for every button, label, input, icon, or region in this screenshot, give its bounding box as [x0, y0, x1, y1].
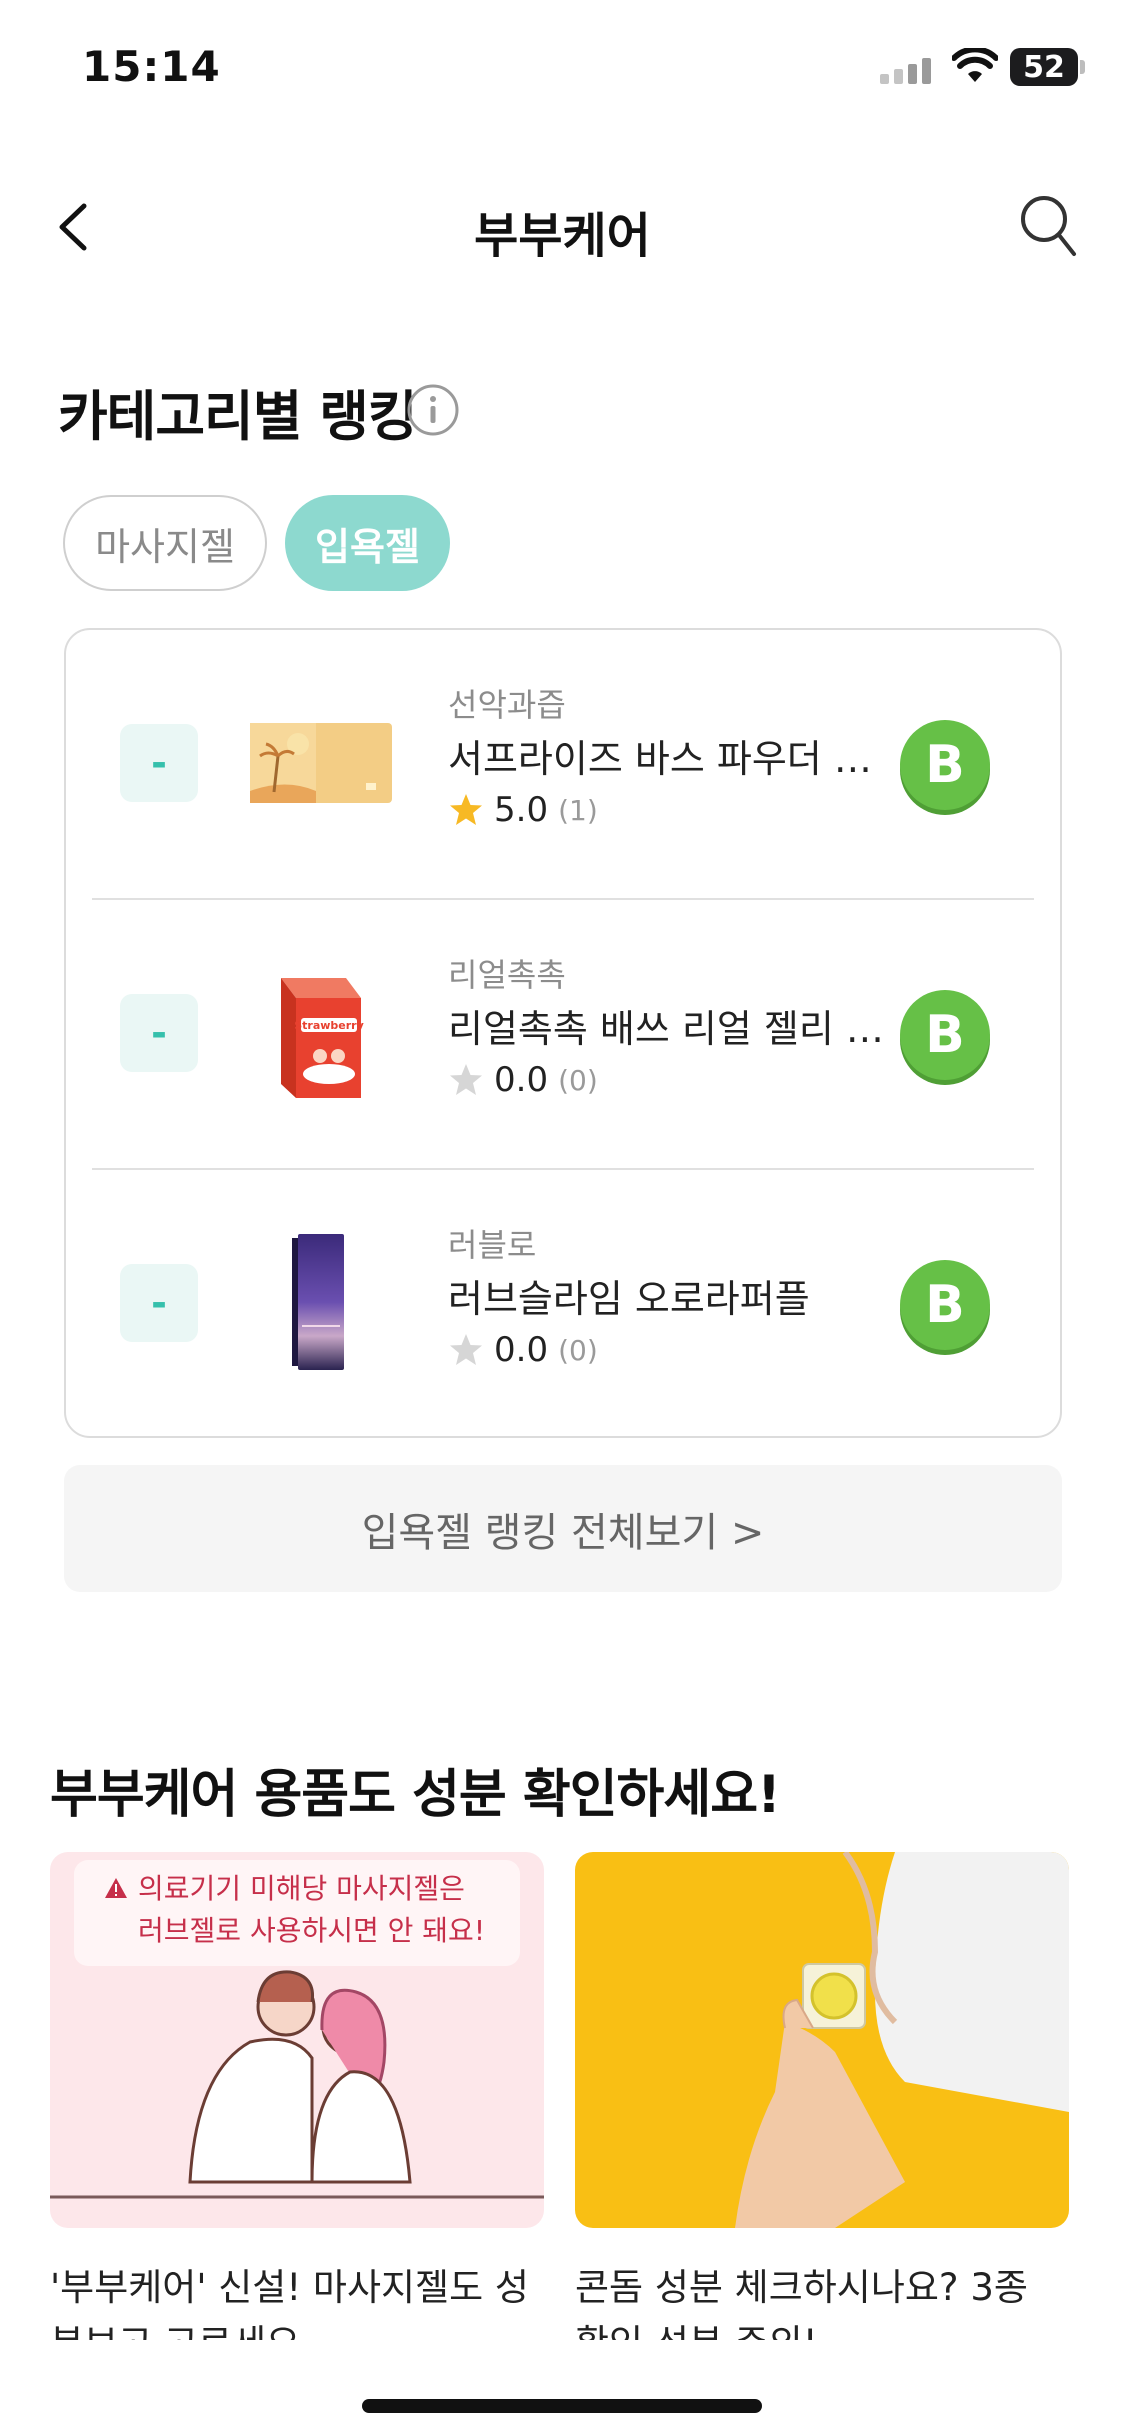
ranking-row-2[interactable]: - Strawberry 리얼촉촉 리얼촉촉 배쓰 리얼 젤리 스… 0.0 (…: [66, 900, 1060, 1170]
rating-score: 5.0: [494, 790, 549, 830]
product-name: 러브슬라임 오로라퍼플: [448, 1277, 810, 1321]
review-count: (0): [558, 1333, 598, 1367]
review-count: (1): [558, 793, 598, 827]
cellular-signal-icon: [880, 58, 931, 84]
article-1-caption[interactable]: '부부케어' 신설! 마사지젤도 성분보고 고르세요: [50, 2260, 544, 2340]
product-brand: 리얼촉촉: [448, 956, 566, 994]
grade-badge: B: [900, 990, 990, 1080]
grade-badge: B: [900, 720, 990, 810]
grade-badge: B: [900, 1260, 990, 1350]
article-1-warning-line1: 의료기기 미해당 마사지젤은: [138, 1872, 465, 1905]
product-thumbnail-jelly-milk-carton: Strawberry: [281, 978, 364, 1098]
page-title: 부부케어: [474, 208, 651, 264]
chip-bath-gel[interactable]: 입욕젤: [285, 495, 450, 591]
star-icon: [450, 794, 482, 825]
person-holding-condom-illustration: [735, 1852, 1069, 2228]
svg-text:Strawberry: Strawberry: [294, 1019, 364, 1032]
product-brand: 러블로: [448, 1226, 537, 1264]
rating-row: 0.0 (0): [448, 1330, 598, 1370]
rating-score: 0.0: [494, 1060, 549, 1100]
product-brand: 선악과즙: [448, 686, 566, 724]
ranking-row-1[interactable]: - 선악과즙 서프라이즈 바스 파우더 다… 5.0 (1) B: [66, 630, 1060, 900]
battery-indicator: 52: [1010, 48, 1078, 86]
rating-row: 0.0 (0): [448, 1060, 598, 1100]
rank-change-badge: -: [120, 724, 198, 802]
info-icon[interactable]: [406, 383, 460, 437]
wifi-icon: [952, 48, 998, 82]
product-name: 서프라이즈 바스 파우더 다…: [448, 737, 888, 781]
review-count: (0): [558, 1063, 598, 1097]
ranking-row-3[interactable]: - 러블로 러브슬라임 오로라퍼플 0.0 (0) B: [66, 1170, 1060, 1440]
category-ranking-title: 카테고리별 랭킹: [58, 385, 418, 448]
star-icon: [450, 1064, 482, 1095]
product-name: 리얼촉촉 배쓰 리얼 젤리 스…: [448, 1007, 888, 1051]
article-2-caption[interactable]: 콘돔 성분 체크하시나요? 3종 확인 성분 주의!: [575, 2260, 1069, 2340]
product-thumbnail-aurora-purple: [292, 1234, 344, 1370]
article-1-image[interactable]: 의료기기 미해당 마사지젤은 러브젤로 사용하시면 안 돼요!: [50, 1852, 544, 2228]
ranking-card: - 선악과즙 서프라이즈 바스 파우더 다… 5.0 (1) B - Straw…: [64, 628, 1062, 1438]
article-1-warning-line2: 러브젤로 사용하시면 안 돼요!: [138, 1914, 485, 1947]
search-icon[interactable]: [1018, 192, 1078, 260]
star-icon: [450, 1334, 482, 1365]
product-thumbnail-bath-powder: [250, 723, 392, 803]
home-indicator: [362, 2399, 762, 2413]
status-time: 15:14: [82, 42, 221, 91]
articles-section-title: 부부케어 용품도 성분 확인하세요!: [50, 1765, 781, 1825]
chip-massage-gel[interactable]: 마사지젤: [63, 495, 267, 591]
rating-row: 5.0 (1): [448, 790, 598, 830]
rank-change-badge: -: [120, 1264, 198, 1342]
rank-change-badge: -: [120, 994, 198, 1072]
article-2-image[interactable]: [575, 1852, 1069, 2228]
battery-nub: [1080, 60, 1085, 74]
see-all-ranking-button[interactable]: 입욕젤 랭킹 전체보기 >: [64, 1465, 1062, 1592]
rating-score: 0.0: [494, 1330, 549, 1370]
couple-illustration: 의료기기 미해당 마사지젤은 러브젤로 사용하시면 안 돼요!: [50, 1860, 544, 2199]
